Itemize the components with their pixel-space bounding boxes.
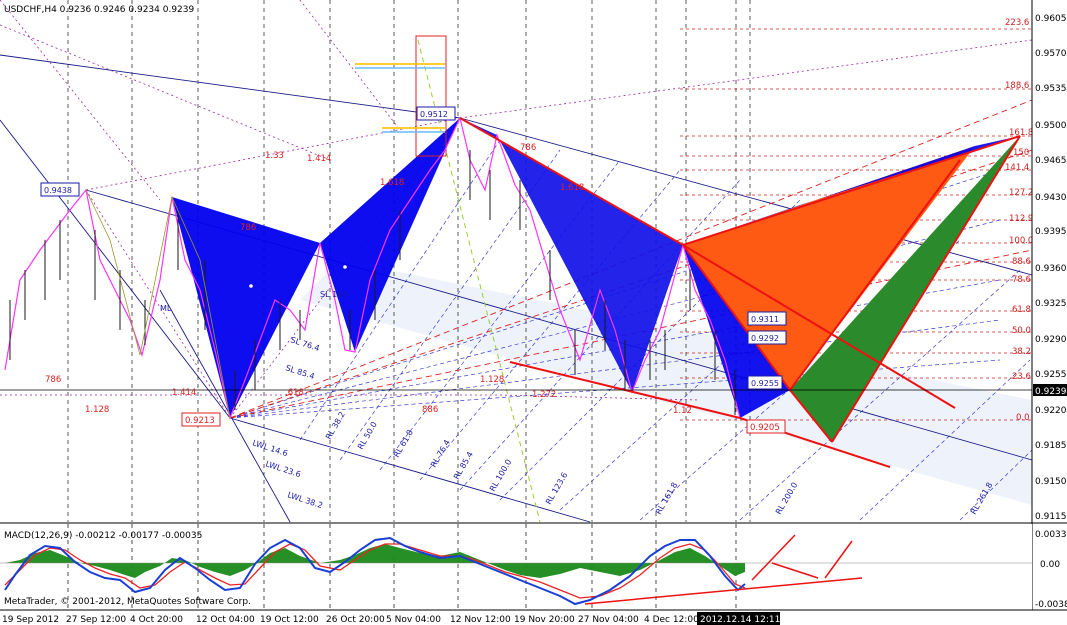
- current-price-tag: 0.9239: [1033, 384, 1067, 397]
- svg-text:786: 786: [45, 375, 61, 385]
- svg-text:2012.12.14 12:11: 2012.12.14 12:11: [700, 615, 780, 625]
- price-box-9311: 0.9311: [747, 311, 787, 326]
- svg-text:1.33: 1.33: [265, 151, 284, 161]
- svg-text:1.128: 1.128: [85, 405, 109, 415]
- svg-text:0.9570: 0.9570: [1035, 49, 1067, 59]
- svg-text:0.9255: 0.9255: [751, 379, 779, 388]
- window-title: USDCHF,H4 0.9236 0.9246 0.9234 0.9239: [4, 5, 194, 15]
- svg-text:0.9605: 0.9605: [1035, 14, 1067, 24]
- svg-text:886: 886: [422, 405, 438, 415]
- svg-text:1.272: 1.272: [532, 390, 556, 400]
- svg-text:19 Sep 2012: 19 Sep 2012: [2, 615, 59, 625]
- svg-text:0.9311: 0.9311: [751, 315, 779, 324]
- svg-text:0.0033: 0.0033: [1035, 530, 1067, 540]
- price-axis: 0.9605 0.9570 0.9535 0.9500 0.9465 0.943…: [1035, 14, 1067, 522]
- chart-canvas[interactable]: USDCHF,H4 0.9236 0.9246 0.9234 0.9239 0.…: [0, 0, 1067, 625]
- svg-text:112.9: 112.9: [1009, 214, 1033, 224]
- svg-text:12 Oct 04:00: 12 Oct 04:00: [196, 615, 255, 625]
- svg-text:19 Nov 20:00: 19 Nov 20:00: [514, 615, 575, 625]
- svg-text:5 Nov 04:00: 5 Nov 04:00: [386, 615, 441, 625]
- svg-text:786: 786: [520, 143, 536, 153]
- cursor-time-tag: 2012.12.14 12:11: [697, 612, 780, 625]
- svg-text:0.9500: 0.9500: [1035, 121, 1067, 131]
- svg-text:0.9512: 0.9512: [420, 110, 448, 119]
- svg-text:1.618: 1.618: [560, 183, 584, 193]
- svg-text:0.9325: 0.9325: [1035, 299, 1067, 309]
- svg-text:0.9395: 0.9395: [1035, 227, 1067, 237]
- price-box-9292: 0.9292: [747, 330, 787, 345]
- svg-text:0.9255: 0.9255: [1035, 370, 1067, 380]
- svg-text:0.9185: 0.9185: [1035, 441, 1067, 451]
- svg-text:27 Nov 04:00: 27 Nov 04:00: [578, 615, 639, 625]
- pivot-dot-2: [343, 265, 347, 269]
- svg-text:1.414: 1.414: [307, 154, 331, 164]
- price-box-9213: 0.9213: [181, 412, 221, 427]
- svg-text:1.414: 1.414: [172, 388, 196, 398]
- svg-text:223.6: 223.6: [1005, 18, 1029, 28]
- svg-text:0.9290: 0.9290: [1035, 335, 1067, 345]
- svg-text:.618: .618: [285, 388, 304, 398]
- pivot-dot-1: [249, 284, 253, 288]
- svg-text:ML: ML: [160, 304, 172, 313]
- svg-text:0.9360: 0.9360: [1035, 264, 1067, 274]
- time-axis: 19 Sep 2012 27 Sep 12:00 4 Oct 20:00 12 …: [2, 615, 699, 625]
- svg-text:0.9205: 0.9205: [750, 423, 780, 433]
- svg-text:50.0: 50.0: [1012, 326, 1031, 336]
- svg-text:12 Nov 12:00: 12 Nov 12:00: [450, 615, 511, 625]
- svg-text:1.128: 1.128: [480, 375, 504, 385]
- svg-text:26 Oct 20:00: 26 Oct 20:00: [326, 615, 385, 625]
- svg-text:SL 100: SL 100: [320, 290, 347, 299]
- svg-text:-0.0038: -0.0038: [1035, 600, 1067, 610]
- svg-text:0.00: 0.00: [1040, 560, 1060, 570]
- svg-text:150: 150: [1013, 148, 1029, 158]
- svg-text:100.0: 100.0: [1009, 236, 1033, 246]
- svg-text:0.9292: 0.9292: [751, 334, 779, 343]
- svg-text:161.8: 161.8: [1009, 128, 1033, 138]
- svg-text:1.618: 1.618: [380, 178, 404, 188]
- price-box-9512: 0.9512: [416, 106, 456, 121]
- svg-text:0.9438: 0.9438: [44, 186, 72, 195]
- svg-text:0.9239: 0.9239: [1035, 387, 1067, 397]
- macd-title: MACD(12,26,9) -0.00212 -0.00177 -0.00035: [4, 531, 202, 541]
- svg-text:1.12: 1.12: [673, 406, 692, 416]
- svg-text:0.0: 0.0: [1016, 413, 1030, 423]
- svg-text:88.6: 88.6: [1012, 257, 1031, 267]
- svg-text:0.9535: 0.9535: [1035, 84, 1067, 94]
- svg-text:0.9213: 0.9213: [185, 416, 215, 426]
- svg-text:0.9220: 0.9220: [1035, 406, 1067, 416]
- svg-text:61.8: 61.8: [1012, 305, 1031, 315]
- svg-text:19 Oct 12:00: 19 Oct 12:00: [260, 615, 319, 625]
- chart-window[interactable]: USDCHF,H4 0.9236 0.9246 0.9234 0.9239 0.…: [0, 0, 1067, 625]
- svg-text:127.2: 127.2: [1009, 188, 1033, 198]
- price-box-9438: 0.9438: [40, 182, 80, 197]
- svg-text:38.2: 38.2: [1012, 347, 1031, 357]
- svg-text:0.9115: 0.9115: [1035, 512, 1067, 522]
- svg-text:0.9465: 0.9465: [1035, 156, 1067, 166]
- price-box-9205: 0.9205: [746, 419, 786, 434]
- svg-text:4 Oct 20:00: 4 Oct 20:00: [130, 615, 183, 625]
- price-box-9255: 0.9255: [747, 375, 783, 390]
- svg-text:188.6: 188.6: [1005, 81, 1029, 91]
- svg-text:78.6: 78.6: [1012, 275, 1031, 285]
- svg-text:786: 786: [240, 223, 256, 233]
- svg-text:23.6: 23.6: [1012, 372, 1031, 382]
- copyright-text: MetaTrader, © 2001-2012, MetaQuotes Soft…: [4, 597, 251, 607]
- svg-text:27 Sep 12:00: 27 Sep 12:00: [66, 615, 126, 625]
- svg-text:4 Dec 12:00: 4 Dec 12:00: [644, 615, 699, 625]
- svg-text:0.9150: 0.9150: [1035, 477, 1067, 487]
- svg-text:0.9430: 0.9430: [1035, 193, 1067, 203]
- svg-text:141.4: 141.4: [1005, 163, 1029, 173]
